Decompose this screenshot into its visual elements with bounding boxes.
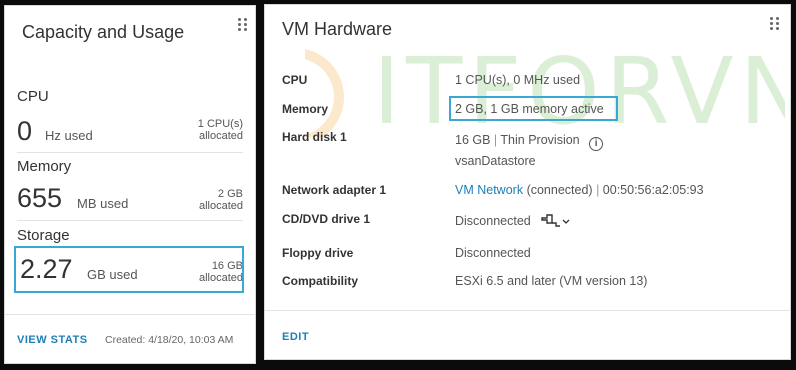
- memory-highlight-box: [449, 96, 618, 121]
- vm-network-link[interactable]: VM Network: [455, 183, 523, 197]
- created-timestamp: Created: 4/18/20, 10:03 AM: [105, 334, 234, 346]
- divider: [17, 152, 243, 153]
- drag-handle-icon[interactable]: [770, 17, 782, 33]
- cpu-row-value: 1 CPU(s), 0 MHz used: [455, 73, 581, 87]
- floppy-row-label: Floppy drive: [282, 246, 354, 260]
- capacity-title: Capacity and Usage: [22, 22, 185, 42]
- datastore-link[interactable]: vsanDatastore: [455, 154, 536, 168]
- edit-link[interactable]: EDIT: [282, 331, 309, 343]
- footer-divider: [5, 314, 255, 315]
- vm-hardware-title: VM Hardware: [282, 19, 393, 39]
- memory-label: Memory: [17, 158, 72, 175]
- disk-size: 16 GB: [455, 133, 491, 147]
- cpu-label: CPU: [17, 88, 49, 105]
- compatibility-row-value: ESXi 6.5 and later (VM version 13): [455, 274, 648, 288]
- memory-row-label: Memory: [282, 102, 329, 116]
- storage-label: Storage: [17, 227, 70, 244]
- cpu-unit: Hz used: [45, 128, 93, 143]
- info-icon[interactable]: i: [589, 137, 604, 151]
- network-status: (connected): [526, 183, 593, 197]
- chevron-down-icon: [562, 219, 570, 224]
- memory-section: Memory 655 MB used 2 GB allocated: [17, 158, 243, 218]
- drag-handle-icon[interactable]: [238, 18, 250, 34]
- memory-allocated: 2 GB allocated: [198, 188, 243, 212]
- hard-disk-row-value: 16 GB | Thin Provision i: [455, 133, 604, 151]
- disk-provision: Thin Provision: [500, 133, 580, 147]
- footer-divider: [265, 310, 790, 311]
- cd-dvd-status: Disconnected: [455, 214, 531, 228]
- cpu-value: 0: [17, 116, 33, 146]
- storage-highlight-box: [14, 246, 244, 293]
- floppy-row-value: Disconnected: [455, 246, 531, 260]
- cpu-row-label: CPU: [282, 73, 308, 87]
- network-row-value: VM Network (connected) | 00:50:56:a2:05:…: [455, 183, 704, 197]
- capacity-usage-card: Capacity and Usage CPU 0 Hz used 1 CPU(s…: [4, 5, 256, 364]
- view-stats-link[interactable]: VIEW STATS: [17, 334, 88, 346]
- network-row-label: Network adapter 1: [282, 183, 387, 197]
- connect-dropdown[interactable]: [540, 214, 570, 231]
- memory-value: 655: [17, 183, 63, 213]
- hard-disk-row-label: Hard disk 1: [282, 130, 347, 144]
- cpu-allocated: 1 CPU(s) allocated: [197, 118, 243, 142]
- cpu-section: CPU 0 Hz used 1 CPU(s) allocated: [17, 88, 243, 148]
- svg-text:ITFORVN: ITFORVN: [373, 38, 785, 137]
- vm-hardware-card: VM Hardware ITFORVN CPU 1 CPU(s), 0 MHz …: [264, 4, 791, 360]
- compatibility-row-label: Compatibility: [282, 274, 359, 288]
- cd-dvd-row-label: CD/DVD drive 1: [282, 212, 371, 226]
- itforvn-watermark-logo: ITFORVN: [305, 38, 785, 137]
- memory-unit: MB used: [77, 196, 129, 211]
- mac-address: 00:50:56:a2:05:93: [602, 183, 704, 197]
- divider: [17, 220, 243, 221]
- cd-dvd-row-value: Disconnected: [455, 214, 570, 231]
- plug-icon: [541, 214, 570, 227]
